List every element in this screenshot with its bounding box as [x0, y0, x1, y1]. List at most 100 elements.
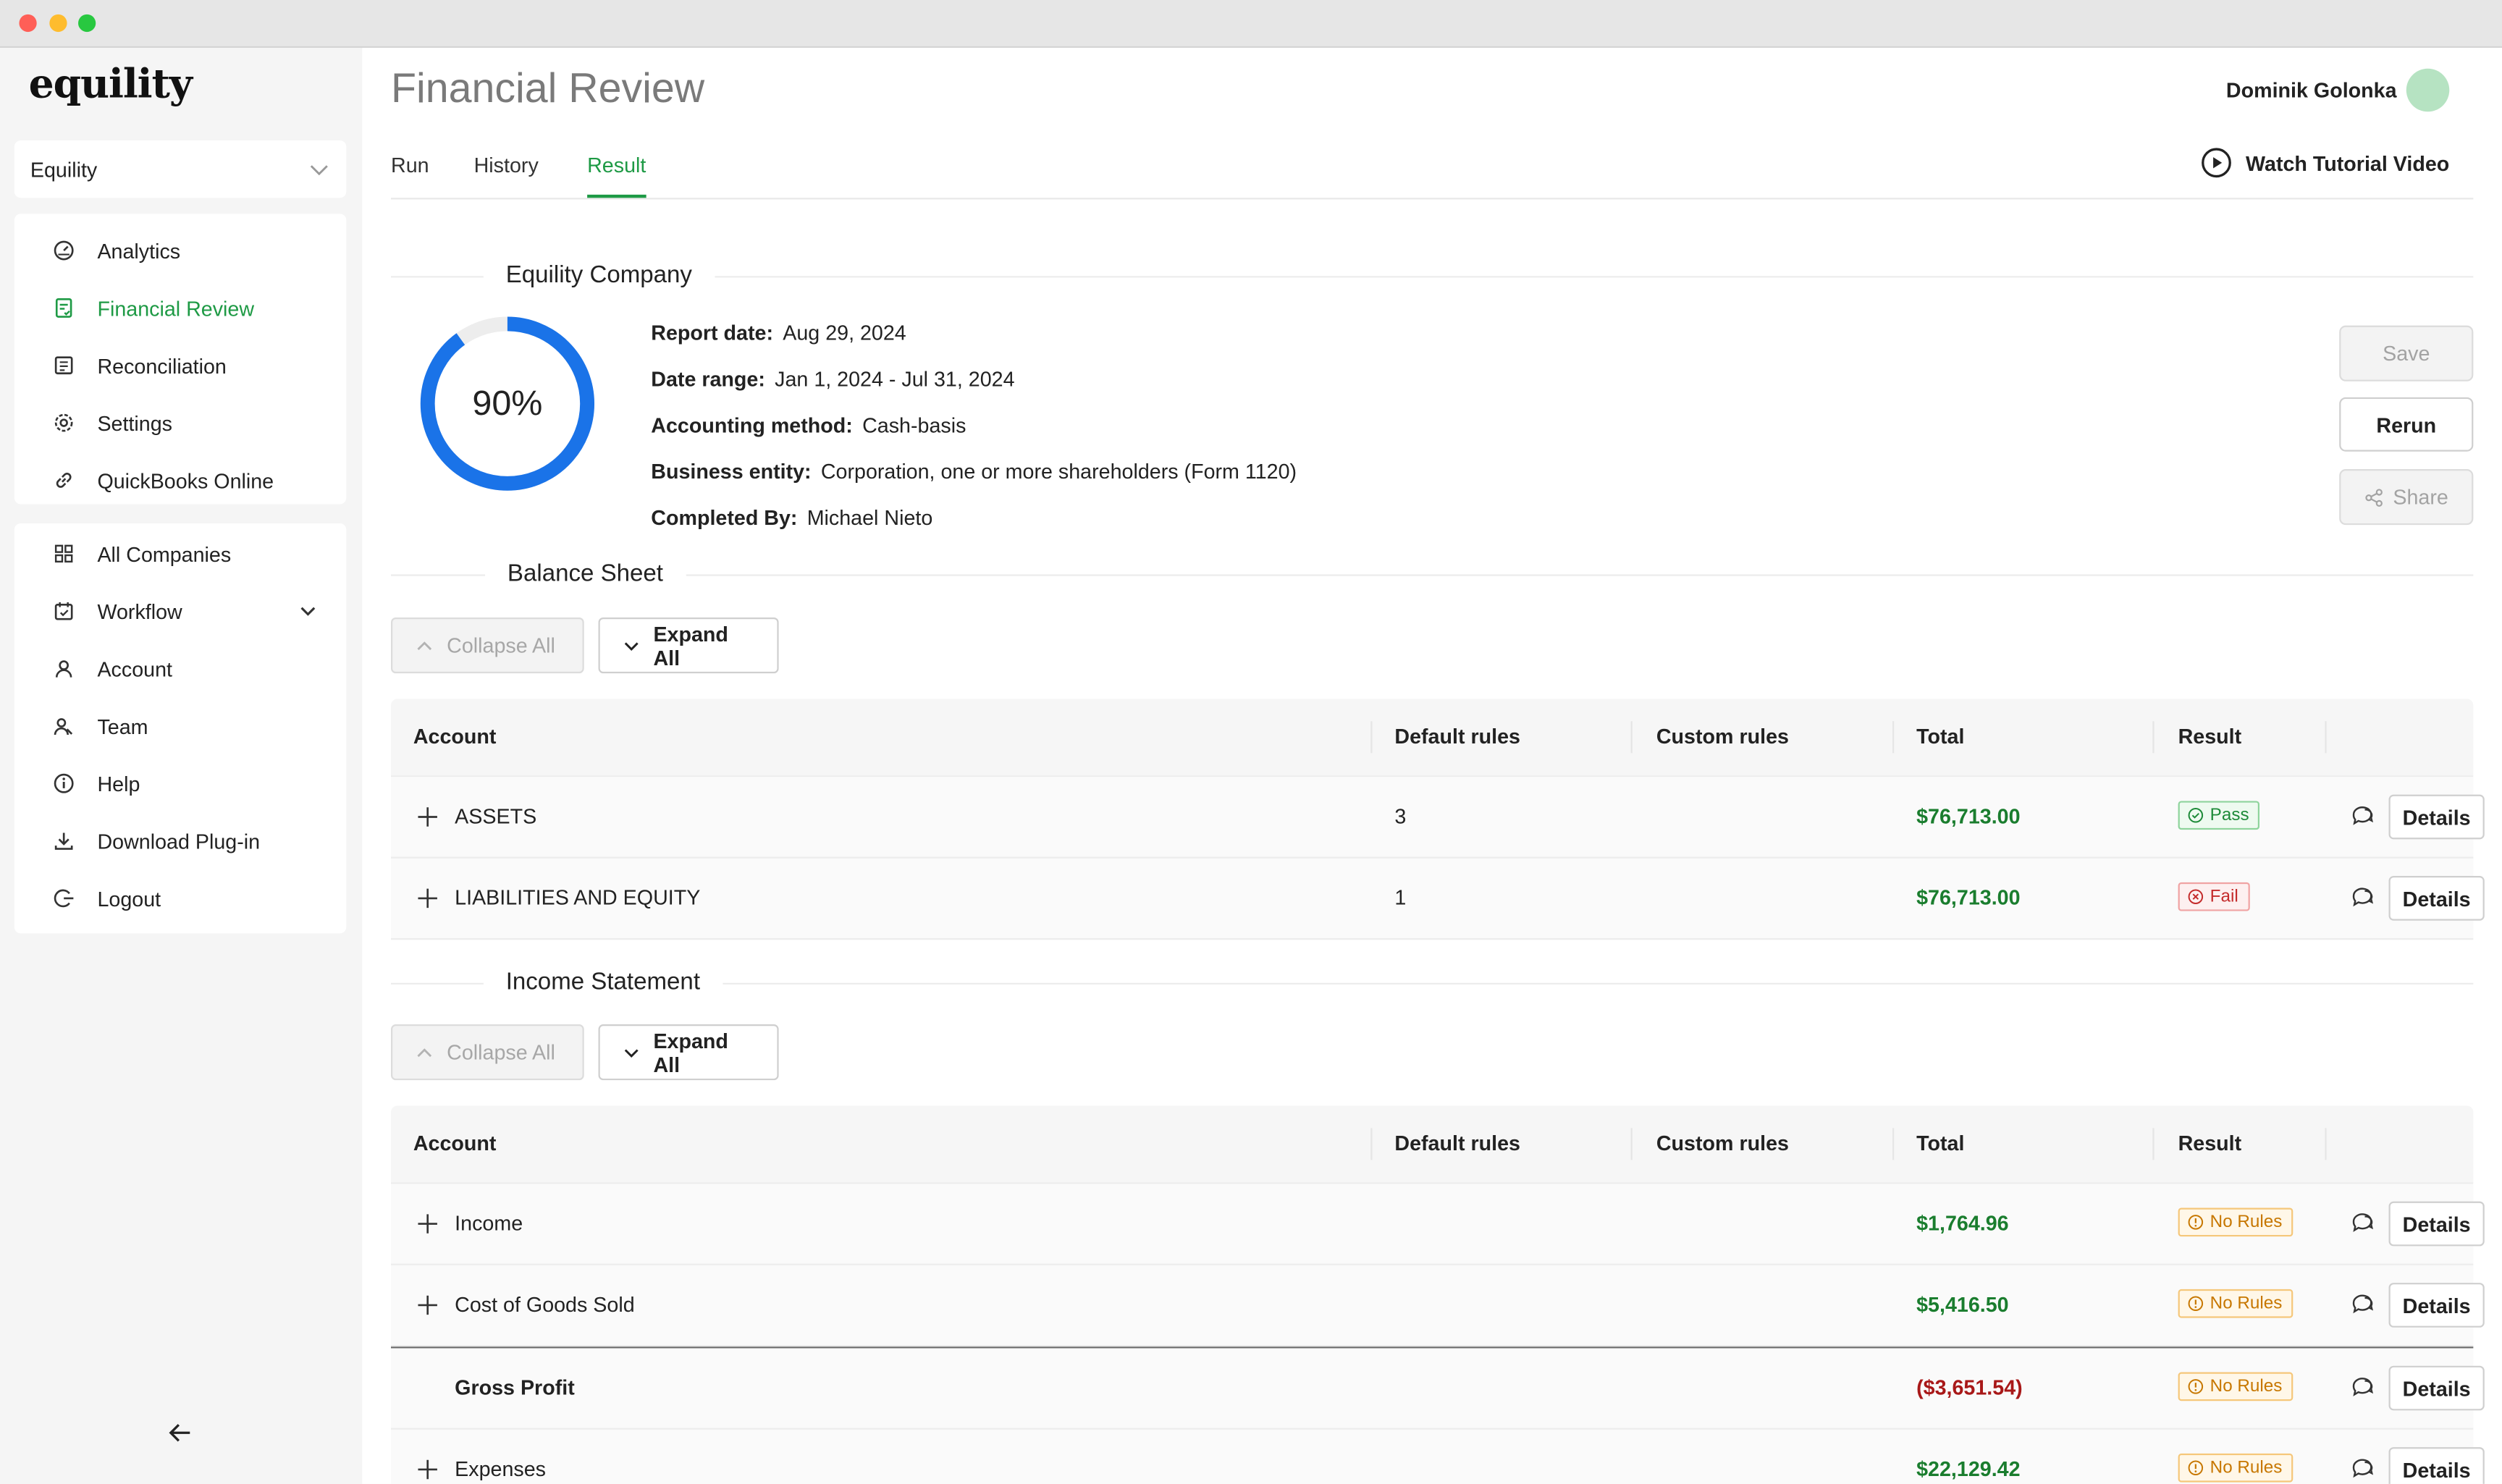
company-select[interactable]: Equility	[14, 140, 347, 198]
avatar[interactable]	[2406, 68, 2450, 112]
column-divider	[2325, 721, 2327, 754]
expand-row-plus-icon[interactable]	[416, 1294, 439, 1317]
details-button[interactable]: Details	[2388, 1447, 2485, 1484]
comment-icon[interactable]	[2351, 1456, 2375, 1480]
chevron-up-icon	[417, 1047, 432, 1057]
column-divider	[2152, 1128, 2154, 1160]
row-total: $76,713.00	[1916, 804, 2021, 828]
nav-group-primary: Analytics Financial Review Reconciliatio…	[14, 214, 347, 505]
sidebar-item-all-companies[interactable]: All Companies	[14, 525, 346, 582]
table-row: Income $1,764.96 No Rules Details	[391, 1184, 2485, 1265]
row-default-rules: 3	[1394, 804, 1407, 828]
info-circle-icon	[2188, 1215, 2204, 1230]
expand-row-plus-icon[interactable]	[416, 1213, 439, 1235]
status-badge: No Rules	[2178, 1289, 2294, 1318]
tab-bar: Run History Result	[391, 150, 2474, 200]
user-menu[interactable]: Dominik Golonka	[2226, 68, 2450, 112]
details-button[interactable]: Details	[2388, 1201, 2485, 1247]
col-default-rules: Default rules	[1394, 1131, 1520, 1155]
info-circle-icon	[2188, 1460, 2204, 1476]
minimize-window-button[interactable]	[49, 14, 67, 33]
column-divider	[2152, 721, 2154, 754]
status-badge-label: Fail	[2210, 887, 2238, 906]
comment-icon[interactable]	[2351, 804, 2375, 828]
play-circle-icon	[2202, 148, 2232, 178]
income-statement-table: Account Default rules Custom rules Total…	[391, 1105, 2485, 1484]
row-account: Income	[455, 1210, 523, 1235]
sidebar-item-workflow[interactable]: Workflow	[14, 582, 346, 639]
column-divider	[1630, 721, 1633, 754]
details-button[interactable]: Details	[2388, 1365, 2485, 1411]
row-default-rules: 1	[1394, 885, 1407, 910]
col-result: Result	[2178, 1131, 2242, 1155]
income-expand-all-button[interactable]: Expand All	[598, 1024, 779, 1081]
tab-run[interactable]: Run	[391, 153, 429, 195]
col-total: Total	[1916, 1131, 1965, 1155]
comment-icon[interactable]	[2351, 1292, 2375, 1316]
tab-history[interactable]: History	[474, 153, 539, 195]
sidebar-item-label: Settings	[97, 411, 173, 436]
download-icon	[54, 832, 73, 850]
sidebar-item-settings[interactable]: Settings	[14, 394, 346, 451]
share-button[interactable]: Share	[2339, 469, 2474, 526]
comment-icon[interactable]	[2351, 1211, 2375, 1235]
status-badge-label: No Rules	[2210, 1213, 2283, 1232]
table-row: LIABILITIES AND EQUITY 1 $76,713.00 Fail…	[391, 858, 2485, 940]
sidebar-item-label: Download Plug-in	[97, 830, 261, 854]
details-button[interactable]: Details	[2388, 876, 2485, 921]
save-button[interactable]: Save	[2339, 325, 2474, 381]
sidebar-item-download-plugin[interactable]: Download Plug-in	[14, 812, 346, 869]
status-badge-label: No Rules	[2210, 1294, 2283, 1313]
comment-icon[interactable]	[2351, 1375, 2375, 1399]
close-window-button[interactable]	[19, 14, 37, 33]
info-icon	[54, 773, 74, 793]
calendar-check-icon	[54, 602, 73, 620]
sidebar-item-quickbooks-online[interactable]: QuickBooks Online	[14, 452, 346, 509]
expand-row-plus-icon[interactable]	[416, 887, 439, 909]
gear-icon	[54, 413, 73, 432]
status-badge: Pass	[2178, 801, 2261, 830]
logout-icon	[54, 889, 74, 908]
balance-expand-all-button[interactable]: Expand All	[598, 617, 779, 674]
info-circle-icon	[2188, 1379, 2204, 1394]
info-key: Business entity:	[651, 459, 812, 484]
chevron-down-icon[interactable]	[298, 602, 317, 620]
sidebar-item-label: QuickBooks Online	[97, 469, 274, 494]
income-collapse-all-button[interactable]: Collapse All	[391, 1024, 584, 1081]
sidebar-item-reconciliation[interactable]: Reconciliation	[14, 337, 346, 394]
row-account: Expenses	[455, 1456, 547, 1481]
maximize-window-button[interactable]	[78, 14, 96, 33]
completed-by-row: Completed By: Michael Nieto	[651, 506, 932, 530]
collapse-sidebar-arrow-icon[interactable]	[166, 1418, 195, 1447]
info-value: Michael Nieto	[806, 505, 933, 530]
sidebar-item-team[interactable]: Team	[14, 697, 346, 754]
row-account: LIABILITIES AND EQUITY	[455, 885, 701, 910]
details-button[interactable]: Details	[2388, 794, 2485, 840]
col-account: Account	[413, 724, 497, 749]
sidebar-item-logout[interactable]: Logout	[14, 869, 346, 927]
completion-percentage: 90%	[472, 382, 543, 423]
chevron-down-icon	[310, 165, 328, 176]
sidebar-item-analytics[interactable]: Analytics	[14, 222, 346, 279]
row-total: $76,713.00	[1916, 885, 2021, 910]
sidebar-item-help[interactable]: Help	[14, 755, 346, 812]
status-badge: Fail	[2178, 882, 2250, 911]
chevron-up-icon	[417, 641, 432, 649]
sidebar-item-label: Workflow	[97, 599, 182, 624]
details-button[interactable]: Details	[2388, 1283, 2485, 1328]
watch-tutorial-button[interactable]: Watch Tutorial Video	[2201, 147, 2449, 179]
rerun-button[interactable]: Rerun	[2339, 397, 2474, 452]
collapse-all-label: Collapse All	[447, 1040, 555, 1065]
expand-row-plus-icon[interactable]	[416, 1459, 439, 1481]
chevron-down-icon	[624, 1048, 639, 1057]
sidebar-item-financial-review[interactable]: Financial Review	[14, 279, 346, 337]
tab-result[interactable]: Result	[587, 153, 646, 198]
comment-icon[interactable]	[2351, 885, 2375, 909]
expand-row-plus-icon[interactable]	[416, 806, 439, 828]
balance-collapse-all-button[interactable]: Collapse All	[391, 617, 584, 674]
sidebar-item-label: Help	[97, 772, 140, 796]
sidebar-item-account[interactable]: Account	[14, 640, 346, 697]
watch-tutorial-label: Watch Tutorial Video	[2246, 151, 2450, 175]
gauge-icon	[54, 240, 74, 261]
sidebar: equility Equility Analytics Financial Re…	[0, 48, 361, 1484]
